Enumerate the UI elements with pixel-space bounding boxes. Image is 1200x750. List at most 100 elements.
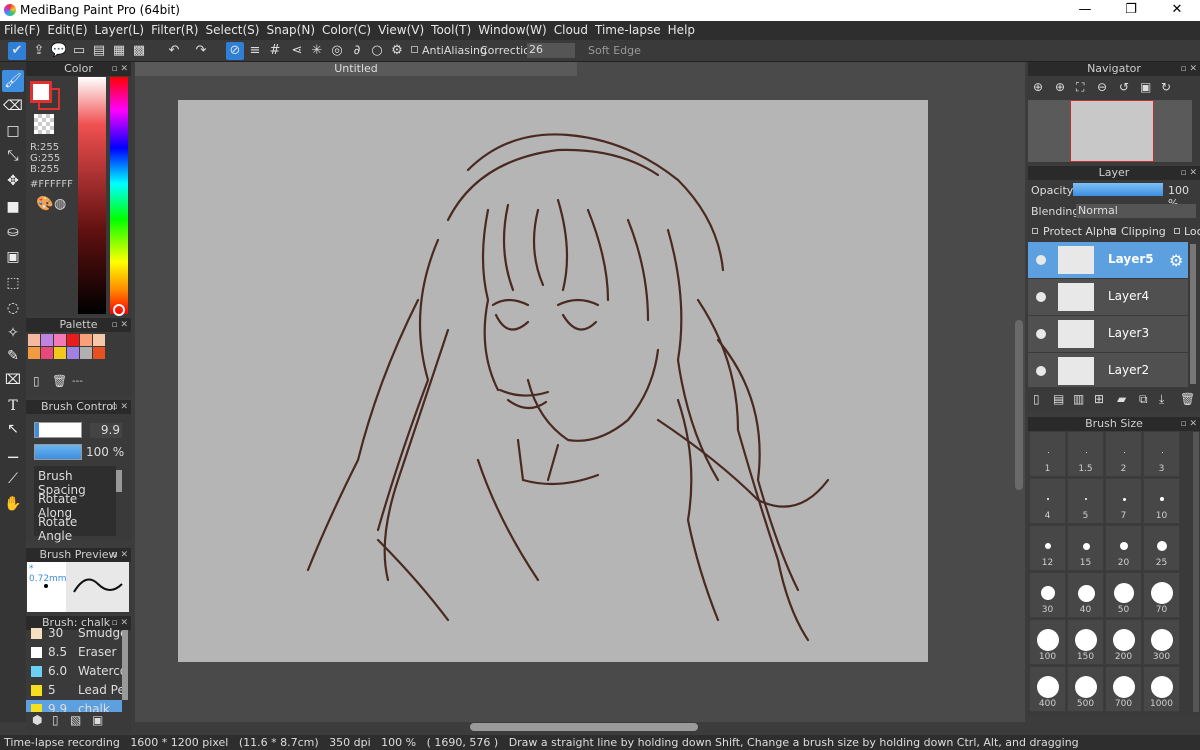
brush-size-cell[interactable]: 1000 xyxy=(1143,666,1180,712)
move-tool-icon[interactable]: ✥ xyxy=(2,170,24,192)
palette-swatch[interactable] xyxy=(41,347,53,359)
brush-size-cell[interactable]: 100 xyxy=(1029,619,1066,665)
menu-timelapse[interactable]: Time-lapse xyxy=(591,21,664,37)
palette-swatch[interactable] xyxy=(67,334,79,346)
brush-preview-float-close-icon[interactable]: ▫ ✕ xyxy=(111,548,128,562)
correction-select[interactable]: 26 xyxy=(527,43,575,58)
select-eraser-tool-icon[interactable]: ⌧ xyxy=(2,369,24,391)
menu-file[interactable]: File(F) xyxy=(0,21,43,37)
hue-bar[interactable] xyxy=(110,77,128,314)
layer-float-close-icon[interactable]: ▫ ✕ xyxy=(1180,166,1197,180)
page-icon[interactable]: ▤ xyxy=(90,42,108,60)
fill-rect-tool-icon[interactable]: ■ xyxy=(2,196,24,218)
color-picker-icon[interactable]: ◍ xyxy=(54,196,66,212)
antialiasing-checkbox[interactable] xyxy=(411,46,418,53)
color-palette-icon[interactable]: 🎨 xyxy=(36,196,53,212)
brush-list-item[interactable]: 6.0 Waterco xyxy=(26,662,122,680)
zoom-plus-icon[interactable]: ⊕ xyxy=(1055,80,1065,94)
palette-swatch[interactable] xyxy=(28,334,40,346)
fit-icon[interactable]: ⛶ xyxy=(1076,80,1084,95)
menu-help[interactable]: Help xyxy=(664,21,698,37)
document-tab[interactable]: Untitled xyxy=(135,62,577,76)
layer-settings-gear-icon[interactable]: ⚙ xyxy=(1169,251,1183,270)
palette-swatch[interactable] xyxy=(28,347,40,359)
brush-size-cell[interactable]: 15 xyxy=(1067,525,1104,571)
undo-icon[interactable]: ↶ xyxy=(165,42,183,60)
soft-edge-label[interactable]: Soft Edge xyxy=(588,44,641,57)
rotate-left-icon[interactable]: ↺ xyxy=(1119,80,1129,94)
zoom-out-icon[interactable]: ⊖ xyxy=(1097,80,1107,94)
menu-tool[interactable]: Tool(T) xyxy=(427,21,474,37)
merge-layer-icon[interactable]: ⤓ xyxy=(1159,392,1164,407)
comment-icon[interactable]: 💬 xyxy=(50,42,68,60)
palette-swatch[interactable] xyxy=(67,347,79,359)
parallel-snap-icon[interactable]: ≡ xyxy=(246,42,264,60)
speech-icon[interactable]: ▭ xyxy=(70,42,88,60)
palette-swatch[interactable] xyxy=(93,334,105,346)
select-pen-tool-icon[interactable]: ✎ xyxy=(2,345,24,367)
select-tool-icon[interactable]: ⬚ xyxy=(2,272,24,294)
palette-swatch[interactable] xyxy=(93,347,105,359)
brush-size-cell[interactable]: 10 xyxy=(1143,478,1180,524)
menu-edit[interactable]: Edit(E) xyxy=(43,21,90,37)
hue-handle[interactable] xyxy=(113,304,125,316)
bucket-tool-icon[interactable]: ⛀ xyxy=(2,221,24,243)
lasso-tool-icon[interactable]: ◌ xyxy=(2,297,24,319)
text-tool-icon[interactable]: T xyxy=(2,395,24,417)
navigator-view-box[interactable] xyxy=(1070,100,1154,162)
menu-snap[interactable]: Snap(N) xyxy=(262,21,318,37)
menu-view[interactable]: View(V) xyxy=(374,21,427,37)
brush-size-cell[interactable]: 3 xyxy=(1143,431,1180,477)
trash-icon[interactable]: 🗑 xyxy=(52,374,67,388)
opacity-slider[interactable] xyxy=(34,444,82,460)
transparent-color-swatch[interactable] xyxy=(34,114,54,134)
palette-float-close-icon[interactable]: ▫ ✕ xyxy=(111,318,128,332)
grid-icon[interactable]: ▩ xyxy=(130,42,148,60)
new-brush-icon[interactable]: ▯ xyxy=(52,713,59,727)
brush-size-cell[interactable]: 7 xyxy=(1105,478,1142,524)
operation-tool-icon[interactable]: ↖ xyxy=(2,418,24,440)
brush-control-scrollbar[interactable] xyxy=(116,470,122,492)
concentric-icon[interactable]: ◎ xyxy=(328,42,346,60)
brush-size-cell[interactable]: 2 xyxy=(1105,431,1142,477)
brush-size-cell[interactable]: 500 xyxy=(1067,666,1104,712)
brush-size-cell[interactable]: 70 xyxy=(1143,572,1180,618)
layer-scrollbar[interactable] xyxy=(1190,244,1196,384)
horizontal-scrollbar[interactable] xyxy=(470,723,698,731)
brush-list-item[interactable]: 30 Smudge xyxy=(26,628,122,642)
menu-layer[interactable]: Layer(L) xyxy=(91,21,148,37)
brush-list-item[interactable]: 8.5 Eraser xyxy=(26,643,122,661)
brush-size-cell[interactable]: 30 xyxy=(1029,572,1066,618)
size-slider[interactable] xyxy=(34,422,82,438)
size-value[interactable]: 9.9 xyxy=(90,423,122,438)
layer-row[interactable]: Layer3 xyxy=(1028,316,1188,353)
brush-list-scrollbar[interactable] xyxy=(122,630,128,700)
brush-spacing-item[interactable]: Brush Spacing xyxy=(34,466,116,497)
duplicate-layer-icon[interactable]: ⧉ xyxy=(1139,392,1148,407)
new-halftone-layer-icon[interactable]: ▤ xyxy=(1053,392,1064,406)
blending-select[interactable]: Normal xyxy=(1076,204,1196,218)
palette-swatch[interactable] xyxy=(54,347,66,359)
brush-size-cell[interactable]: 200 xyxy=(1105,619,1142,665)
layer-row[interactable]: Layer2 xyxy=(1028,353,1188,388)
menu-filter[interactable]: Filter(R) xyxy=(147,21,201,37)
folder-icon[interactable]: ▰ xyxy=(1117,392,1126,406)
protect-alpha-checkbox[interactable] xyxy=(1032,228,1038,234)
brush-size-cell[interactable]: 400 xyxy=(1029,666,1066,712)
navigator-preview[interactable] xyxy=(1028,100,1192,162)
circle-snap-icon[interactable]: ○ xyxy=(368,42,386,60)
magic-wand-tool-icon[interactable]: ✧ xyxy=(2,322,24,344)
palette-swatch[interactable] xyxy=(54,334,66,346)
main-color-swatch[interactable] xyxy=(30,81,52,103)
drawing-canvas[interactable] xyxy=(178,100,928,662)
eraser-tool-icon[interactable]: ⌫ xyxy=(2,95,24,117)
zoom-in-icon[interactable]: ⊕ xyxy=(1033,80,1043,94)
snap-off-icon[interactable]: ⊘ xyxy=(226,42,244,60)
visibility-toggle[interactable] xyxy=(1036,255,1046,265)
brush-control-float-close-icon[interactable]: ▫ ✕ xyxy=(111,400,128,414)
palette-swatch[interactable] xyxy=(80,347,92,359)
radial-icon[interactable]: ✳ xyxy=(308,42,326,60)
brush-size-cell[interactable]: 12 xyxy=(1029,525,1066,571)
rotate-angle-item[interactable]: Rotate Angle xyxy=(34,512,116,543)
close-button[interactable]: ✕ xyxy=(1154,0,1200,21)
